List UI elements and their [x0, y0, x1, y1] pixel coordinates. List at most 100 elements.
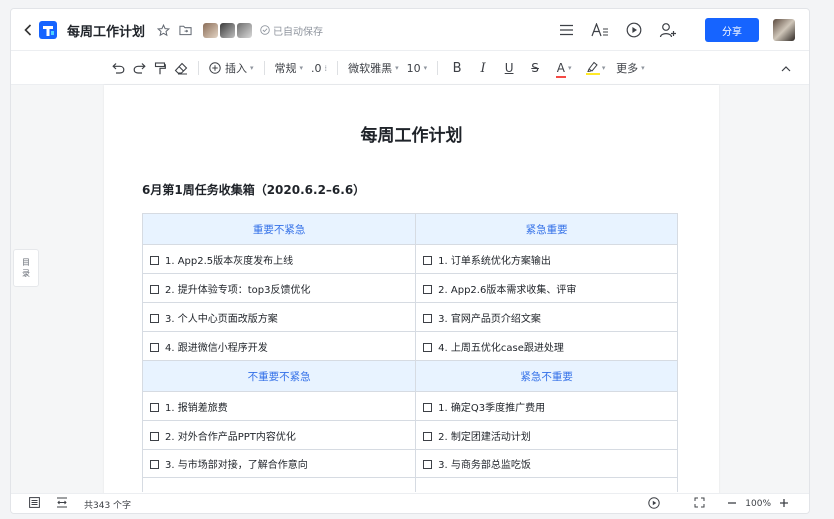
quadrant-header[interactable]: 紧急重要: [415, 213, 678, 245]
redo-button[interactable]: [129, 57, 150, 79]
priority-matrix-table[interactable]: 重要不紧急 紧急重要 1. App2.5版本灰度发布上线 1. 订单系统优化方案…: [141, 213, 678, 492]
checkbox[interactable]: [423, 431, 433, 441]
status-bar: 共343 个字 100%: [11, 493, 809, 513]
collapse-toolbar-button[interactable]: [781, 61, 791, 75]
eraser-icon: [174, 62, 188, 75]
caret-down-icon: ▾: [601, 64, 606, 72]
checkbox[interactable]: [423, 402, 433, 412]
checkbox[interactable]: [150, 460, 159, 469]
toolbar-divider: [437, 61, 439, 75]
task-cell[interactable]: 4. 上周五优化case跟进处理: [415, 331, 678, 361]
highlighter-icon: [585, 61, 600, 75]
task-cell[interactable]: 4. 跟进微信小程序开发: [141, 331, 417, 361]
word-count: 共343 个字: [84, 500, 132, 511]
clear-format-button[interactable]: [170, 57, 192, 79]
table-row: 1. App2.5版本灰度发布上线 1. 订单系统优化方案输出: [141, 244, 678, 274]
move-to-folder-button[interactable]: [177, 22, 193, 38]
format-painter-button[interactable]: [150, 57, 170, 79]
task-cell[interactable]: 1. App2.5版本灰度发布上线: [141, 244, 417, 274]
task-cell[interactable]: 2. 制定团建活动计划: [415, 420, 678, 450]
checkbox[interactable]: [150, 284, 159, 294]
back-button[interactable]: [21, 18, 35, 42]
task-cell[interactable]: 1. 订单系统优化方案输出: [415, 244, 678, 274]
font-size-select[interactable]: 10 ▾: [403, 57, 432, 79]
outline-toggle[interactable]: 目 录: [13, 249, 39, 287]
present-button[interactable]: [623, 19, 645, 41]
table-row: 3. 个人中心页面改版方案 3. 官网产品页介绍文案: [141, 302, 678, 332]
task-cell[interactable]: [415, 477, 678, 492]
zoom-out-button[interactable]: [727, 498, 737, 511]
underline-icon: U: [504, 61, 514, 75]
play-button[interactable]: [648, 496, 660, 512]
menu-button[interactable]: [555, 19, 577, 41]
quadrant-header[interactable]: 重要不紧急: [141, 213, 417, 245]
font-color-swatch: [555, 76, 566, 78]
task-cell[interactable]: 3. 个人中心页面改版方案: [141, 302, 417, 332]
font-color-button[interactable]: A ▾: [548, 57, 580, 79]
task-cell[interactable]: 1. 报销差旅费: [141, 391, 417, 421]
task-cell[interactable]: [141, 477, 417, 492]
star-button[interactable]: [155, 22, 171, 38]
fullscreen-button[interactable]: [694, 497, 705, 511]
table-row: 2. 提升体验专项：top3反馈优化 2. App2.6版本需求收集、评审: [141, 273, 678, 303]
quadrant-header[interactable]: 紧急不重要: [415, 360, 678, 392]
page-title[interactable]: 每周工作计划: [104, 121, 719, 146]
toolbar-divider: [198, 61, 199, 75]
task-cell[interactable]: 3. 与商务部总监吃饭: [415, 449, 678, 478]
bold-button[interactable]: B: [444, 57, 470, 79]
avatar: [203, 22, 219, 38]
text-format-button[interactable]: [589, 19, 611, 41]
editor-window: 每周工作计划 已自动保存 分享 插入 ▾ 常规 ▾ .0 ⁞ 微软雅黑 ▾ 10…: [10, 8, 810, 514]
checkbox[interactable]: [150, 313, 159, 323]
task-cell[interactable]: 2. 提升体验专项：top3反馈优化: [141, 273, 417, 303]
more-tools-button[interactable]: 更多 ▾: [612, 57, 649, 79]
toolbar-divider: [337, 61, 339, 75]
task-cell[interactable]: 2. App2.6版本需求收集、评审: [415, 273, 678, 303]
zoom-in-button[interactable]: [779, 498, 789, 511]
checkbox[interactable]: [150, 255, 159, 265]
add-user-icon: [659, 23, 676, 38]
checkbox[interactable]: [423, 313, 433, 323]
redo-icon: [133, 63, 146, 74]
task-cell[interactable]: 3. 官网产品页介绍文案: [415, 302, 678, 332]
underline-button[interactable]: U: [496, 57, 522, 79]
doc-title[interactable]: 每周工作计划: [67, 21, 145, 40]
task-cell[interactable]: 3. 与市场部对接，了解合作意向: [141, 449, 417, 478]
app-logo-icon: [39, 21, 57, 39]
italic-button[interactable]: I: [470, 57, 496, 79]
insert-menu-button[interactable]: 插入 ▾: [205, 57, 258, 79]
add-collaborator-button[interactable]: [657, 19, 679, 41]
checkbox[interactable]: [423, 342, 433, 352]
checkbox[interactable]: [150, 431, 159, 441]
table-row: 3. 与市场部对接，了解合作意向 3. 与商务部总监吃饭: [141, 449, 678, 478]
toolbar-divider: [263, 61, 265, 75]
share-button[interactable]: 分享: [705, 18, 759, 42]
checkbox[interactable]: [150, 342, 159, 352]
strikethrough-icon: S: [531, 61, 539, 75]
paint-roller-icon: [154, 61, 166, 74]
document-page[interactable]: 每周工作计划 6月第1周任务收集箱（2020.6.2–6.6） 重要不紧急 紧急…: [104, 85, 719, 505]
task-cell[interactable]: 1. 确定Q3季度推广费用: [415, 391, 678, 421]
bold-icon: B: [452, 60, 462, 76]
star-icon: [156, 23, 170, 36]
page-width-button[interactable]: [56, 497, 68, 511]
task-cell[interactable]: 2. 对外合作产品PPT内容优化: [141, 420, 417, 450]
line-spacing-stepper[interactable]: .0 ⁞: [307, 57, 331, 79]
checkbox[interactable]: [423, 255, 433, 265]
caret-down-icon: ▾: [423, 64, 428, 72]
strikethrough-button[interactable]: S: [522, 57, 548, 79]
caret-down-icon: ▾: [567, 64, 572, 72]
collaborator-avatars[interactable]: [203, 22, 254, 38]
user-avatar[interactable]: [773, 19, 795, 41]
quadrant-header[interactable]: 不重要不紧急: [141, 360, 417, 392]
checkbox[interactable]: [423, 284, 433, 294]
list-view-icon: [29, 497, 40, 508]
font-family-select[interactable]: 微软雅黑 ▾: [344, 57, 403, 79]
highlight-color-button[interactable]: ▾: [580, 57, 612, 79]
document-outline-button[interactable]: [29, 497, 40, 511]
section-heading[interactable]: 6月第1周任务收集箱（2020.6.2–6.6）: [142, 181, 365, 198]
checkbox[interactable]: [150, 402, 159, 412]
undo-button[interactable]: [108, 57, 129, 79]
checkbox[interactable]: [423, 460, 433, 469]
paragraph-style-select[interactable]: 常规 ▾: [271, 57, 308, 79]
